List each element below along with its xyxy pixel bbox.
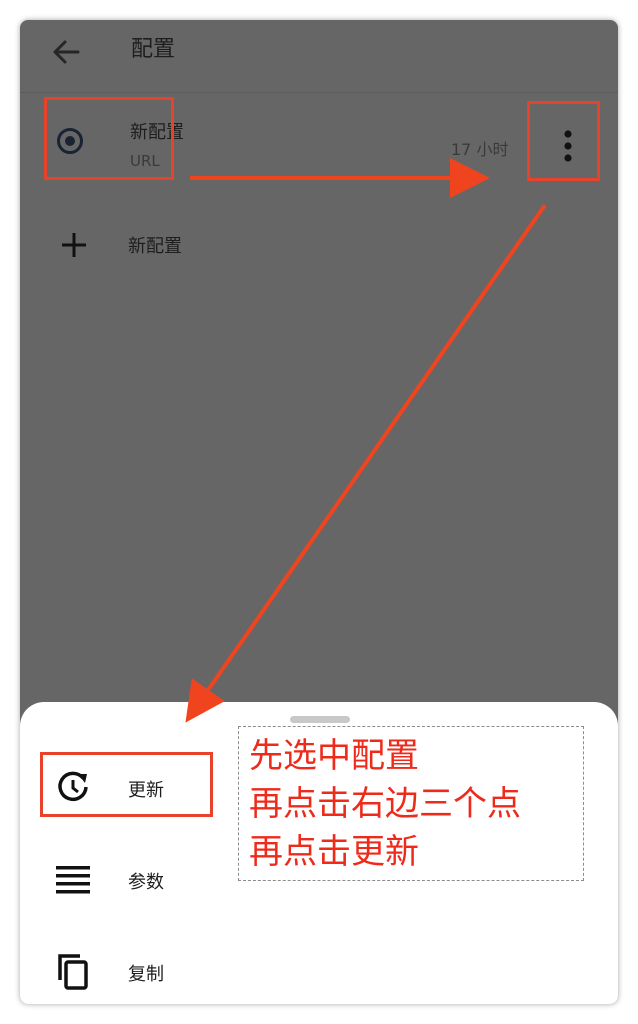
instruction-line-1: 先选中配置: [249, 736, 419, 776]
params-label: 参数: [128, 872, 164, 893]
page-title: 配置: [131, 37, 176, 62]
highlight-update-box: [40, 752, 213, 817]
instruction-line-2: 再点击右边三个点: [249, 784, 521, 824]
new-profile-label: 新配置: [128, 236, 182, 257]
profile-updated-time: 17 小时: [451, 140, 509, 159]
highlight-more-box: [527, 101, 600, 181]
instruction-line-3: 再点击更新: [249, 832, 419, 872]
highlight-radio-box: [44, 97, 174, 180]
copy-button[interactable]: 复制: [20, 942, 350, 1002]
sheet-drag-handle[interactable]: [290, 716, 350, 723]
plus-icon: [62, 233, 86, 257]
arrow-left-icon[interactable]: [48, 34, 84, 70]
instruction-note: 先选中配置 再点击右边三个点 再点击更新: [238, 726, 584, 881]
copy-icon: [58, 954, 88, 990]
app-bar: 配置: [20, 20, 618, 93]
new-profile-button[interactable]: 新配置: [20, 220, 618, 270]
menu-lines-icon: [56, 866, 90, 894]
copy-label: 复制: [128, 964, 164, 985]
